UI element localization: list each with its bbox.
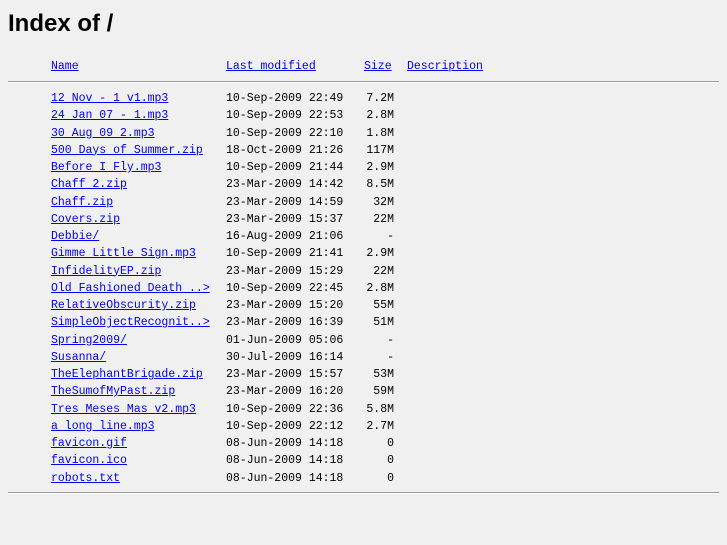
file-link[interactable]: TheSumofMyPast.zip: [51, 383, 175, 400]
file-last-modified: 23-Mar-2009 15:37: [226, 212, 344, 226]
file-size: 51M: [373, 316, 394, 330]
file-link[interactable]: 30 Aug 09 2.mp3: [51, 125, 155, 142]
file-row: 24 Jan 07 - 1.mp3 10-Sep-2009 22:53 2.8M: [0, 107, 727, 124]
sort-by-size-link[interactable]: Size: [364, 59, 392, 75]
file-row: 500 Days of Summer.zip 18-Oct-2009 21:26 1…: [0, 142, 727, 159]
file-link[interactable]: Gimme Little Sign.mp3: [51, 245, 196, 262]
file-link[interactable]: Tres Meses Mas v2.mp3: [51, 401, 196, 418]
file-link[interactable]: Before I Fly.mp3: [51, 159, 161, 176]
file-last-modified: 23-Mar-2009 16:39: [226, 316, 344, 330]
file-row: Debbie/16-Aug-2009 21:06 -: [0, 228, 727, 245]
file-row: 12 Nov - 1 v1.mp3 10-Sep-2009 22:49 7.2M: [0, 90, 727, 107]
file-last-modified: 23-Mar-2009 14:59: [226, 195, 344, 209]
file-row: TheElephantBrigade.zip 23-Mar-2009 15:57 5…: [0, 366, 727, 383]
header-divider: [8, 81, 719, 83]
file-last-modified: 10-Sep-2009 22:10: [226, 126, 344, 140]
file-row: TheSumofMyPast.zip 23-Mar-2009 16:20 59M: [0, 383, 727, 400]
file-link[interactable]: Old Fashioned Death ..>: [51, 280, 210, 297]
file-last-modified: 23-Mar-2009 14:42: [226, 178, 344, 192]
file-link[interactable]: 500 Days of Summer.zip: [51, 142, 203, 159]
file-link[interactable]: Spring2009/: [51, 332, 127, 349]
file-last-modified: 01-Jun-2009 05:06: [226, 333, 344, 347]
file-size: 2.7M: [366, 419, 394, 433]
sort-by-name-link[interactable]: Name: [51, 59, 79, 75]
file-last-modified: 10-Sep-2009 21:44: [226, 161, 344, 174]
file-last-modified: 18-Oct-2009 21:26: [226, 143, 344, 157]
file-size: 0: [387, 437, 394, 450]
file-link[interactable]: favicon.ico: [51, 452, 127, 469]
sort-by-last-modified-link[interactable]: Last modified: [226, 59, 316, 75]
file-link[interactable]: favicon.gif: [51, 435, 127, 452]
file-size: 0: [387, 454, 394, 468]
file-size: 53M: [373, 368, 394, 381]
file-link[interactable]: Susanna/: [51, 349, 106, 366]
file-link[interactable]: Debbie/: [51, 228, 99, 245]
file-size: 22M: [373, 212, 394, 226]
file-last-modified: 10-Sep-2009 21:41: [226, 247, 344, 261]
file-link[interactable]: Chaff.zip: [51, 194, 113, 211]
file-row: Chaff.zip 23-Mar-2009 14:59 32M: [0, 194, 727, 211]
file-last-modified: 23-Mar-2009 16:20: [226, 385, 344, 399]
file-link[interactable]: robots.txt: [51, 470, 120, 487]
file-row: Chaff 2.zip 23-Mar-2009 14:42 8.5M: [0, 176, 727, 193]
directory-listing: Name Last modified Size Description 12 N…: [0, 0, 727, 545]
file-row: SimpleObjectRecognit..> 23-Mar-2009 16:39…: [0, 314, 727, 331]
file-size: 5.8M: [366, 402, 394, 416]
file-row: favicon.gif 08-Jun-2009 14:18 0: [0, 435, 727, 452]
file-row: 30 Aug 09 2.mp3 10-Sep-2009 22:10 1.8M: [0, 125, 727, 142]
file-row: RelativeObscurity.zip 23-Mar-2009 15:20 55…: [0, 297, 727, 314]
file-size: -: [387, 350, 394, 364]
file-last-modified: 10-Sep-2009 22:49: [226, 92, 344, 105]
file-link[interactable]: 24 Jan 07 - 1.mp3: [51, 107, 168, 124]
file-size: 2.8M: [366, 281, 394, 295]
file-link[interactable]: 12 Nov - 1 v1.mp3: [51, 90, 168, 107]
file-size: -: [387, 230, 394, 243]
file-last-modified: 10-Sep-2009 22:12: [226, 419, 344, 433]
footer-divider: [8, 492, 719, 494]
file-row: Old Fashioned Death ..> 10-Sep-2009 22:45…: [0, 280, 727, 297]
file-last-modified: 23-Mar-2009 15:29: [226, 264, 344, 278]
file-last-modified: 08-Jun-2009 14:18: [226, 454, 344, 468]
file-link[interactable]: TheElephantBrigade.zip: [51, 366, 203, 383]
file-size: 22M: [373, 264, 394, 278]
file-row: a long line.mp3 10-Sep-2009 22:12 2.7M: [0, 418, 727, 435]
file-link[interactable]: Chaff 2.zip: [51, 176, 127, 193]
file-last-modified: 10-Sep-2009 22:36: [226, 402, 344, 416]
file-link[interactable]: InfidelityEP.zip: [51, 263, 161, 280]
file-last-modified: 10-Sep-2009 22:53: [226, 109, 344, 123]
file-row: robots.txt 08-Jun-2009 14:18 0: [0, 470, 727, 487]
file-size: 117M: [366, 143, 394, 157]
file-last-modified: 10-Sep-2009 22:45: [226, 281, 344, 295]
file-size: 2.9M: [366, 247, 394, 261]
sort-by-description-link[interactable]: Description: [407, 59, 483, 75]
file-size: 1.8M: [366, 126, 394, 140]
file-link[interactable]: SimpleObjectRecognit..>: [51, 314, 210, 331]
file-size: 8.5M: [366, 178, 394, 192]
file-link[interactable]: Covers.zip: [51, 211, 120, 228]
file-link[interactable]: a long line.mp3: [51, 418, 155, 435]
file-row: Covers.zip 23-Mar-2009 15:37 22M: [0, 211, 727, 228]
file-row: Before I Fly.mp3 10-Sep-2009 21:44 2.9M: [0, 159, 727, 176]
file-size: 2.9M: [366, 161, 394, 174]
file-last-modified: 08-Jun-2009 14:18: [226, 471, 344, 485]
file-row: Tres Meses Mas v2.mp3 10-Sep-2009 22:36 5.…: [0, 401, 727, 418]
file-size: 32M: [373, 195, 394, 209]
file-size: 55M: [373, 299, 394, 312]
file-last-modified: 23-Mar-2009 15:57: [226, 368, 344, 381]
file-row: Susanna/30-Jul-2009 16:14 -: [0, 349, 727, 366]
file-last-modified: 08-Jun-2009 14:18: [226, 437, 344, 450]
file-size: 2.8M: [366, 109, 394, 123]
file-row: Gimme Little Sign.mp3 10-Sep-2009 21:41 2.…: [0, 245, 727, 262]
file-size: 59M: [373, 385, 394, 399]
file-last-modified: 23-Mar-2009 15:20: [226, 299, 344, 312]
file-last-modified: 16-Aug-2009 21:06: [226, 230, 344, 243]
file-row: Spring2009/01-Jun-2009 05:06 -: [0, 332, 727, 349]
file-size: 7.2M: [366, 92, 394, 105]
file-last-modified: 30-Jul-2009 16:14: [226, 350, 344, 364]
file-row: InfidelityEP.zip 23-Mar-2009 15:29 22M: [0, 263, 727, 280]
file-size: 0: [387, 471, 394, 485]
file-size: -: [387, 333, 394, 347]
file-row: favicon.ico 08-Jun-2009 14:18 0: [0, 452, 727, 469]
file-link[interactable]: RelativeObscurity.zip: [51, 297, 196, 314]
